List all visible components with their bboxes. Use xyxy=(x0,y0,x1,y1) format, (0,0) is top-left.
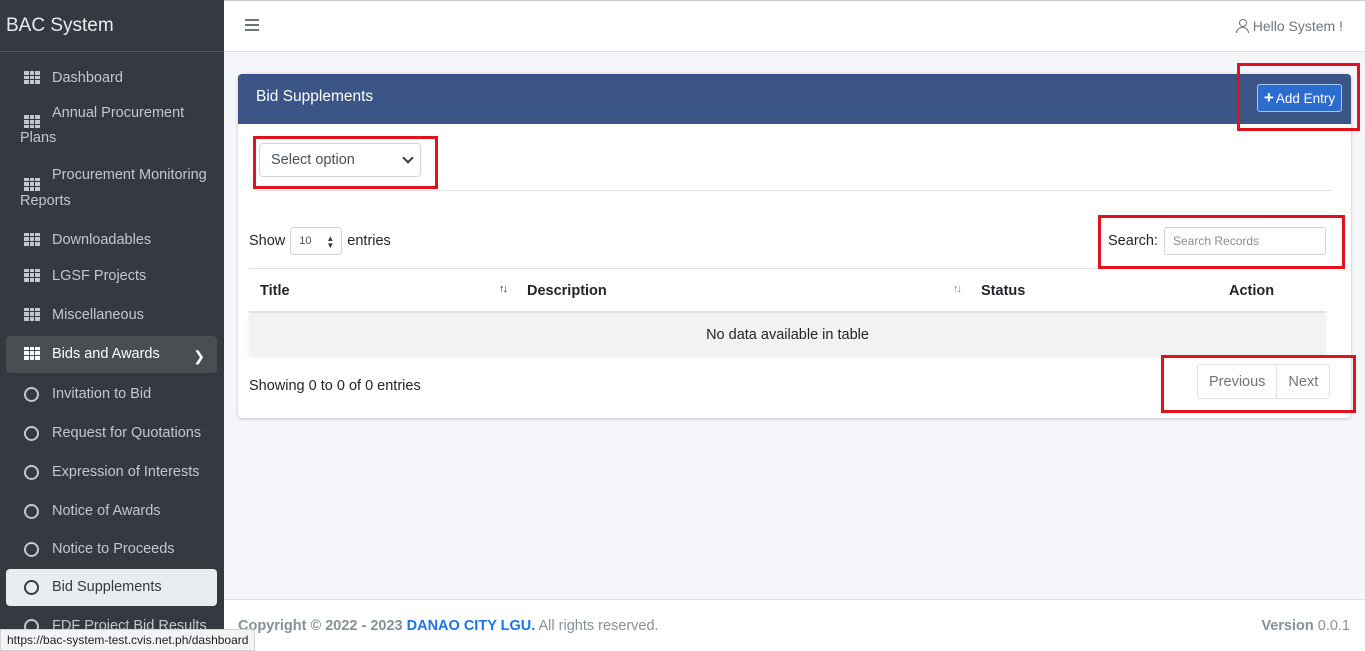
sidebar-item-label: Notice of Awards xyxy=(52,502,161,519)
search-label: Search: xyxy=(1108,233,1158,249)
sidebar-item-notice-to-proceeds[interactable]: Notice to Proceeds xyxy=(6,531,217,568)
browser-status-url: https://bac-system-test.cvis.net.ph/dash… xyxy=(0,629,256,651)
grid-icon xyxy=(24,177,42,191)
table-row: No data available in table xyxy=(249,312,1326,355)
circle-icon xyxy=(24,579,42,595)
sidebar-item-label: LGSF Projects xyxy=(52,267,147,284)
column-header-action: Action xyxy=(1218,268,1326,313)
circle-icon xyxy=(24,386,42,402)
grid-icon xyxy=(24,346,42,360)
column-header-description[interactable]: Description ↑↓ xyxy=(516,268,970,313)
previous-button[interactable]: Previous xyxy=(1198,365,1276,398)
sidebar-item-label: Notice to Proceeds xyxy=(52,540,175,557)
brand[interactable]: BAC System xyxy=(0,0,224,52)
sidebar-item-dashboard[interactable]: Dashboard xyxy=(6,60,217,97)
grid-icon xyxy=(24,307,42,321)
sidebar-item-invitation-to-bid[interactable]: Invitation to Bid xyxy=(6,376,217,413)
sidebar-item-label: Request for Quotations xyxy=(52,424,202,441)
user-menu[interactable]: Hello System ! xyxy=(1235,18,1343,34)
empty-table-message: No data available in table xyxy=(249,312,1326,355)
sidebar-item-procurement-monitoring-reports[interactable]: Procurement Monitoring Reports xyxy=(6,156,217,218)
bid-supplements-card: Bid Supplements + Add Entry Select optio… xyxy=(238,74,1351,418)
circle-icon xyxy=(24,464,42,480)
plus-icon: + xyxy=(1263,88,1274,107)
chevron-down-icon: ❯ xyxy=(193,347,205,364)
sidebar-item-label: Procurement Monitoring Reports xyxy=(20,167,207,209)
sidebar-item-request-for-quotations[interactable]: Request for Quotations xyxy=(6,415,217,452)
sidebar-item-label: Expression of Interests xyxy=(52,463,200,480)
sidebar-item-label: Invitation to Bid xyxy=(52,385,152,402)
sidebar-item-bids-and-awards[interactable]: Bids and Awards ❯ xyxy=(6,335,217,373)
sidebar-item-expression-of-interests[interactable]: Expression of Interests xyxy=(6,454,217,491)
sidebar-item-downloadables[interactable]: Downloadables xyxy=(6,222,217,259)
card-title: Bid Supplements xyxy=(256,88,374,105)
chevron-down-icon xyxy=(402,152,414,164)
top-navbar: Hello System ! xyxy=(224,0,1365,52)
search-control: Search: xyxy=(1108,227,1326,255)
sidebar-item-miscellaneous[interactable]: Miscellaneous xyxy=(6,297,217,334)
pagination: Previous Next xyxy=(1197,364,1331,399)
records-table: Title ↑↓ Description ↑↓ Status Action No d… xyxy=(249,268,1326,355)
sidebar-item-label: Annual Procurement Plans xyxy=(20,105,185,147)
sidebar-item-notice-of-awards[interactable]: Notice of Awards xyxy=(6,493,217,530)
page-length-value: 10 xyxy=(299,235,312,247)
sidebar-item-bid-supplements[interactable]: Bid Supplements xyxy=(6,568,217,606)
sidebar-item-lgsf-projects[interactable]: LGSF Projects xyxy=(6,258,217,295)
filter-select[interactable]: Select option xyxy=(259,143,421,177)
copyright: Copyright © 2022 - 2023 DANAO CITY LGU. … xyxy=(238,618,659,634)
circle-icon xyxy=(24,541,42,557)
add-entry-label: Add Entry xyxy=(1275,90,1336,106)
search-input[interactable] xyxy=(1164,227,1326,255)
hamburger-menu-icon[interactable] xyxy=(245,19,259,31)
grid-icon xyxy=(24,268,42,282)
org-link[interactable]: DANAO CITY LGU. xyxy=(407,618,536,634)
sidebar-item-label: Bid Supplements xyxy=(52,578,162,595)
page-length-select[interactable]: 10 ▲ ▼ xyxy=(290,227,343,255)
next-button[interactable]: Next xyxy=(1276,365,1329,398)
entries-label: entries xyxy=(347,233,391,249)
sort-icon: ↑↓ xyxy=(953,283,962,295)
brand-text: BAC System xyxy=(6,14,114,36)
grid-icon xyxy=(24,71,42,84)
add-entry-button[interactable]: + Add Entry xyxy=(1257,84,1342,112)
show-label: Show xyxy=(249,233,286,249)
sidebar-item-label: Downloadables xyxy=(52,231,152,248)
table-info: Showing 0 to 0 of 0 entries xyxy=(249,378,421,394)
sidebar-item-label: Bids and Awards xyxy=(52,345,160,362)
sidebar-item-annual-procurement-plans[interactable]: Annual Procurement Plans xyxy=(6,97,217,156)
page-length-control: Show 10 ▲ ▼ entries xyxy=(249,227,391,255)
filter-select-value: Select option xyxy=(271,152,355,168)
user-icon xyxy=(1235,19,1249,33)
version: Version 0.0.1 xyxy=(1261,618,1350,634)
column-header-title[interactable]: Title ↑↓ xyxy=(249,268,516,313)
user-greeting: Hello System ! xyxy=(1252,18,1343,34)
sort-icon: ↑↓ xyxy=(499,283,508,295)
circle-icon xyxy=(24,503,42,519)
sidebar: BAC System Dashboard Annual Procurement … xyxy=(0,0,224,651)
updown-arrows-icon: ▲ ▼ xyxy=(326,234,335,250)
divider xyxy=(256,190,1333,191)
footer: Copyright © 2022 - 2023 DANAO CITY LGU. … xyxy=(224,599,1365,651)
circle-icon xyxy=(24,425,42,441)
sidebar-item-label: Dashboard xyxy=(52,70,123,86)
grid-icon xyxy=(24,232,42,246)
column-header-status: Status xyxy=(970,268,1218,313)
sidebar-item-label: Miscellaneous xyxy=(52,306,144,323)
sidebar-nav: Dashboard Annual Procurement Plans Procu… xyxy=(0,52,224,645)
card-header: Bid Supplements + Add Entry xyxy=(238,74,1351,124)
grid-icon xyxy=(24,115,42,129)
